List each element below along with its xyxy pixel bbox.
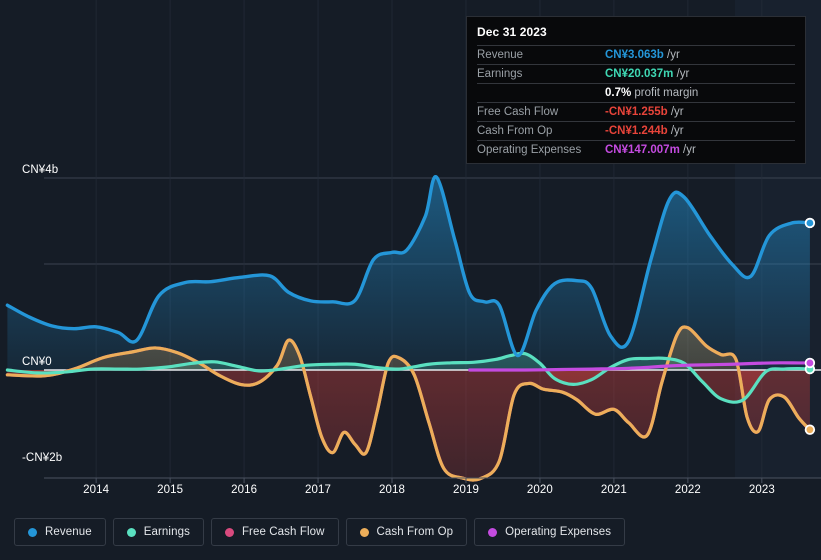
x-axis-tick-label: 2020 [526,484,553,496]
legend-color-dot-icon [224,527,234,537]
tooltip-row-amount: -CN¥1.255b [605,106,668,118]
x-axis-tick-label: 2014 [83,484,110,496]
legend-item-operating-expenses[interactable]: Operating Expenses [474,518,626,546]
tooltip-row-value: CN¥147.007m /yr [605,141,795,160]
legend-item-earnings[interactable]: Earnings [112,518,204,546]
tooltip-row-label: Cash From Op [477,125,553,137]
tooltip-row-amount: CN¥3.063b [605,49,664,61]
tooltip-row-unit: /yr [667,125,684,137]
tooltip-row: Free Cash Flow -CN¥1.255b /yr [477,102,795,122]
x-axis-tick-label: 2016 [231,484,258,496]
tooltip-row: Revenue CN¥3.063b /yr [477,45,795,65]
tooltip-row-unit: profit margin [631,87,699,99]
tooltip-row-amount: -CN¥1.244b [605,125,668,137]
legend-color-dot-icon [126,527,136,537]
legend-item-free-cash-flow[interactable]: Free Cash Flow [210,518,339,546]
tooltip-row-label [477,84,605,103]
legend-item-label: Free Cash Flow [241,526,325,538]
y-axis-tick-label: -CN¥2b [22,452,63,464]
tooltip-row-value: -CN¥1.244b /yr [605,122,795,141]
chart-tooltip: Dec 31 2023 Revenue CN¥3.063b /yr Earnings… [466,16,806,164]
tooltip-row-amount: 0.7% [605,87,632,99]
tooltip-row-amount: CN¥20.037m [605,68,674,80]
x-axis-tick-label: 2019 [452,484,479,496]
legend-item-label: Operating Expenses [505,526,612,538]
y-axis-tick-label: CN¥0 [22,356,52,368]
legend-item-label: Revenue [45,526,92,538]
tooltip-row-label: Operating Expenses [477,144,582,156]
tooltip-row-value: CN¥3.063b /yr [605,46,795,65]
x-axis-tick-label: 2017 [305,484,332,496]
tooltip-row-label: Free Cash Flow [477,106,559,118]
legend-item-label: Earnings [143,526,190,538]
financial-chart: CN¥4b CN¥0 -CN¥2b 2014 2015 2016 2017 2018 2019… [0,0,821,560]
tooltip-row-unit: /yr [679,144,696,156]
tooltip-row-value: -CN¥1.255b /yr [605,103,795,122]
legend-item-label: Cash From Op [376,526,454,538]
tooltip-row-value: 0.7% profit margin [605,84,795,103]
tooltip-row: Operating Expenses CN¥147.007m /yr [477,140,795,160]
tooltip-table: Revenue CN¥3.063b /yr Earnings CN¥20.037m /… [477,45,795,159]
chart-legend[interactable]: Revenue Earnings Free Cash Flow Cash From O… [14,518,626,546]
tooltip-row: Cash From Op -CN¥1.244b /yr [477,121,795,141]
x-axis-tick-label: 2021 [600,484,627,496]
x-axis-tick-label: 2023 [748,484,775,496]
x-axis-tick-label: 2018 [379,484,405,496]
tooltip-row-unit: /yr [673,68,690,80]
tooltip-row-label: Revenue [477,49,524,61]
tooltip-date: Dec 31 2023 [477,25,547,39]
x-axis-tick-label: 2015 [157,484,184,496]
tooltip-row-label: Earnings [477,68,523,80]
tooltip-row: Earnings CN¥20.037m /yr [477,64,795,84]
legend-item-revenue[interactable]: Revenue [14,518,106,546]
legend-color-dot-icon [28,527,37,537]
legend-color-dot-icon [488,527,498,537]
tooltip-row-unit: /yr [663,49,680,61]
tooltip-row-value: CN¥20.037m /yr [605,65,795,84]
tooltip-row-unit: /yr [667,106,684,118]
y-axis-tick-label: CN¥4b [22,164,59,176]
legend-item-cash-from-op[interactable]: Cash From Op [345,518,468,546]
tooltip-row: 0.7% profit margin [477,83,795,103]
x-axis-tick-label: 2022 [674,484,701,496]
legend-color-dot-icon [359,527,369,537]
tooltip-row-amount: CN¥147.007m [605,144,680,156]
